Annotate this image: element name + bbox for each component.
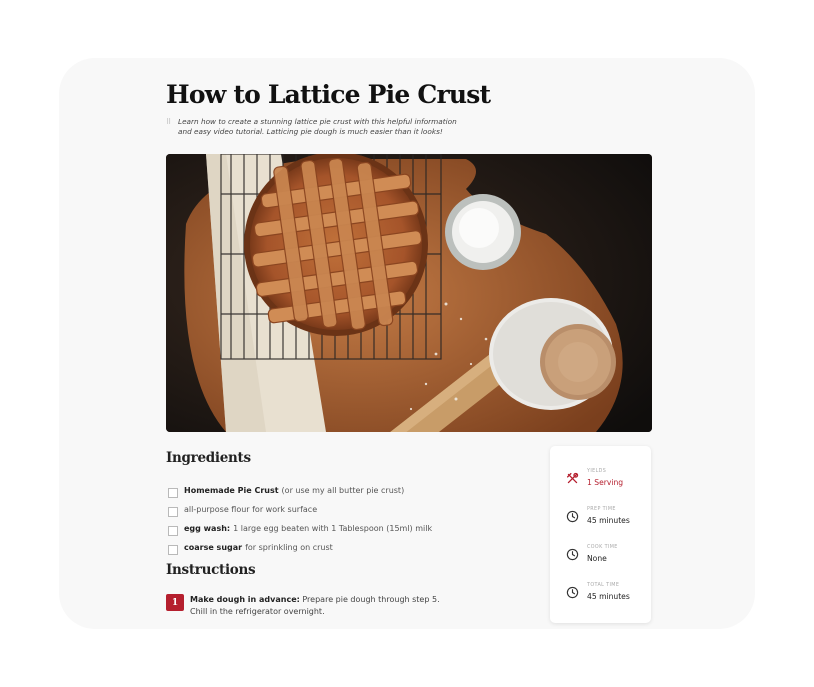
meta-value: 45 minutes (587, 516, 630, 525)
ingredient-note: 1 large egg beaten with 1 Tablespoon (15… (233, 524, 433, 533)
meta-value: 1 Serving (587, 478, 624, 487)
recipe-description: Learn how to create a stunning lattice p… (178, 117, 457, 136)
meta-total-time: TOTAL TIME 45 minutes (550, 580, 651, 614)
utensils-icon (566, 472, 579, 484)
meta-yields: YIELDS 1 Serving (550, 466, 651, 500)
pie-photo (166, 154, 652, 432)
ingredient-checkbox[interactable] (168, 526, 178, 536)
meta-label: TOTAL TIME (587, 583, 620, 588)
meta-value: None (587, 554, 607, 563)
instruction-step: 1 Make dough in advance: Prepare pie dou… (166, 594, 446, 618)
meta-value: 45 minutes (587, 592, 630, 601)
ingredient-checkbox[interactable] (168, 507, 178, 517)
meta-label: COOK TIME (587, 545, 618, 550)
ingredient-name: egg wash: (184, 524, 231, 533)
step-text: Make dough in advance: Prepare pie dough… (190, 594, 440, 618)
recipe-title: How to Lattice Pie Crust (166, 80, 491, 109)
ingredient-name: coarse sugar (184, 543, 243, 552)
clock-icon (566, 548, 579, 561)
ingredient-checkbox[interactable] (168, 488, 178, 498)
ingredient-item: egg wash: 1 large egg beaten with 1 Tabl… (168, 519, 538, 538)
meta-label: PREP TIME (587, 507, 616, 512)
meta-cook-time: COOK TIME None (550, 542, 651, 576)
clock-icon (566, 586, 579, 599)
step-title: Make dough in advance: (190, 595, 300, 604)
ingredient-note: for sprinkling on crust (245, 543, 333, 552)
ingredient-name: Homemade Pie Crust (184, 486, 279, 495)
meta-label: YIELDS (587, 469, 607, 474)
ingredient-note: (or use my all butter pie crust) (281, 486, 405, 495)
instructions-heading: Instructions (166, 562, 256, 578)
recipe-meta-card: YIELDS 1 Serving PREP TIME 45 minutes CO… (550, 446, 651, 623)
step-number-badge: 1 (166, 594, 184, 611)
ingredient-note: all-purpose flour for work surface (184, 505, 318, 514)
ingredient-item: coarse sugar for sprinkling on crust (168, 538, 538, 557)
meta-prep-time: PREP TIME 45 minutes (550, 504, 651, 538)
recipe-hero-image (166, 154, 652, 432)
recipe-card: How to Lattice Pie Crust ⠿ Learn how to … (59, 58, 755, 629)
ingredient-item: all-purpose flour for work surface (168, 500, 538, 519)
ingredient-item: Homemade Pie Crust (or use my all butter… (168, 481, 538, 500)
clock-icon (566, 510, 579, 523)
ingredients-heading: Ingredients (166, 450, 251, 466)
ingredients-list: Homemade Pie Crust (or use my all butter… (168, 481, 538, 557)
drag-handle-icon[interactable]: ⠿ (166, 118, 171, 126)
ingredient-checkbox[interactable] (168, 545, 178, 555)
